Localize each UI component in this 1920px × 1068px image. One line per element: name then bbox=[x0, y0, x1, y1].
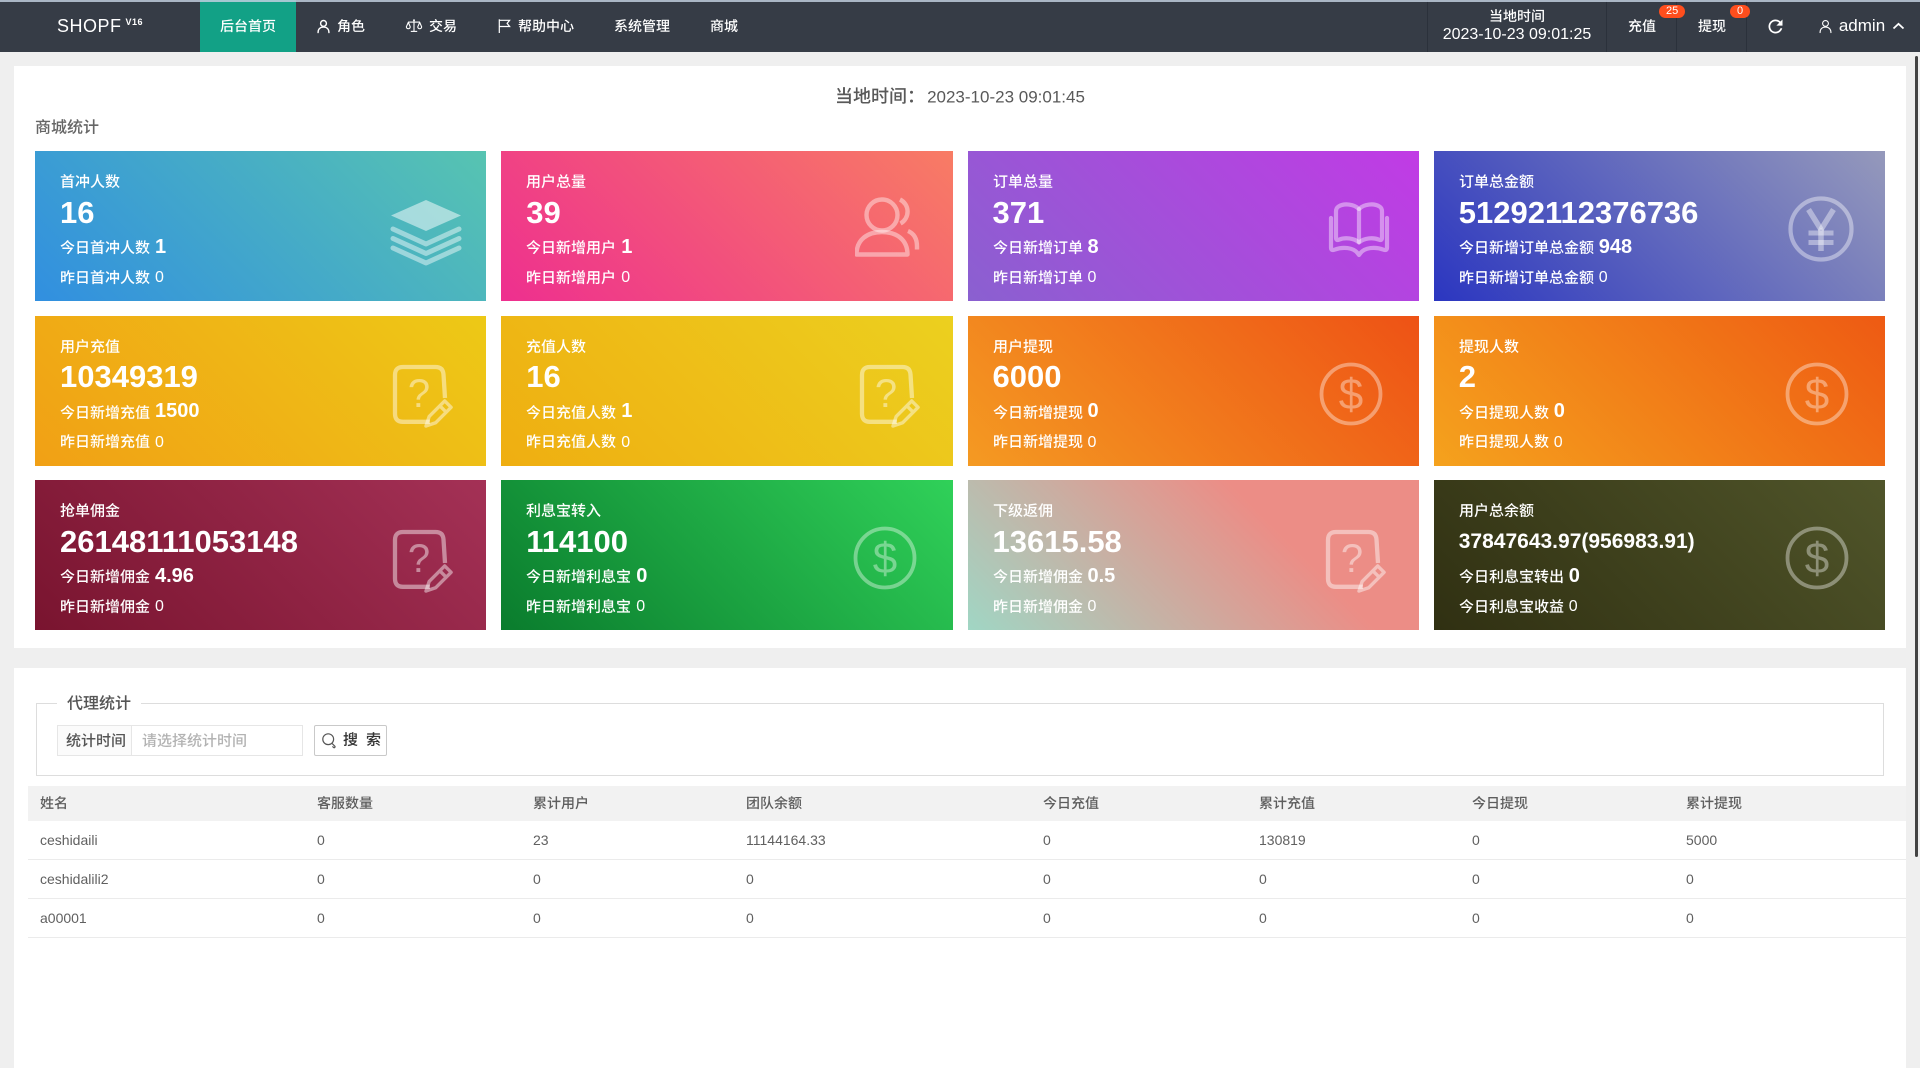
svg-text:$: $ bbox=[1805, 370, 1829, 419]
svg-text:?: ? bbox=[408, 537, 430, 581]
svg-text:?: ? bbox=[874, 372, 896, 416]
svg-text:$: $ bbox=[1339, 370, 1363, 419]
svg-text:$: $ bbox=[872, 534, 896, 583]
svg-text:?: ? bbox=[408, 372, 430, 416]
svg-text:?: ? bbox=[1341, 537, 1363, 581]
svg-text:$: $ bbox=[1805, 534, 1829, 583]
